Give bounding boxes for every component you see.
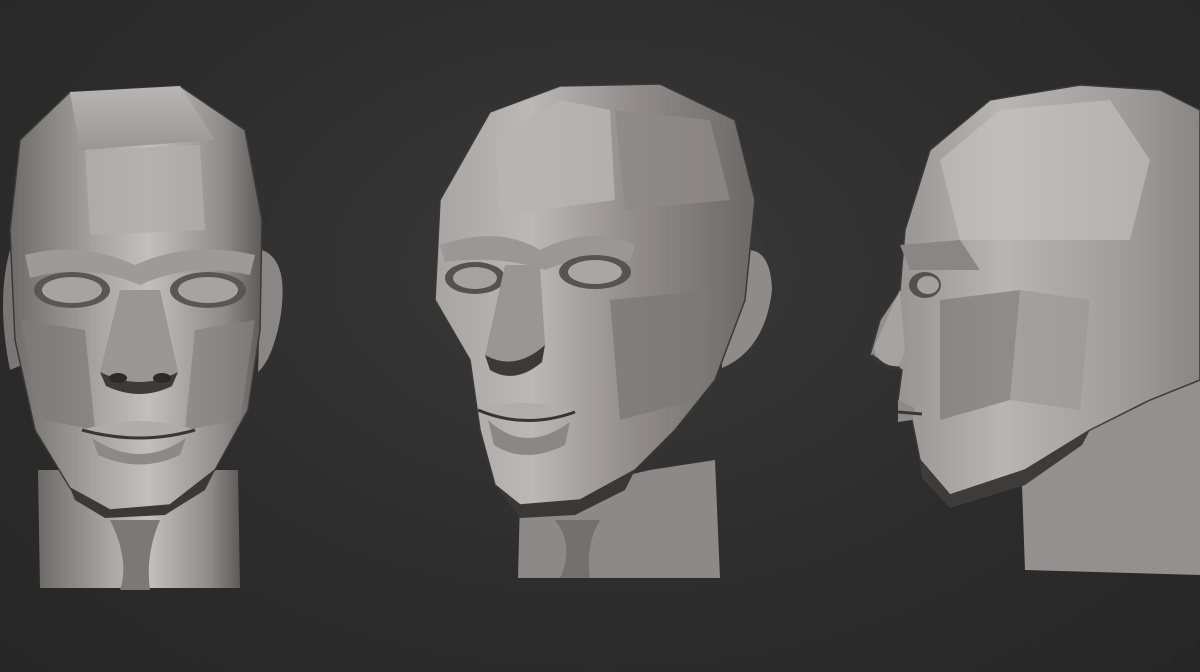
front-view-head <box>0 0 300 672</box>
profile-view-head <box>850 0 1200 672</box>
three-quarter-view-head <box>410 0 790 672</box>
sculpt-viewport <box>0 0 1200 672</box>
